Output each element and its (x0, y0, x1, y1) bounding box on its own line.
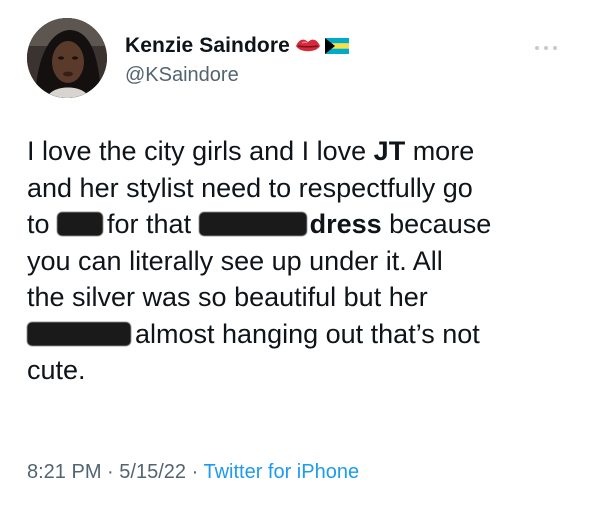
redaction-mark (27, 321, 131, 346)
tweet-line-2: and her stylist need to respectfully go (27, 172, 473, 203)
text-segment: more (405, 136, 475, 166)
tweet-line-7: cute. (27, 355, 86, 385)
tweet-line-5: the silver was so beautiful but her (27, 282, 428, 312)
text-segment: I love the city girls and I love (27, 136, 374, 166)
display-name-row: Kenzie Saindore (125, 33, 349, 59)
bahamas-flag-icon (324, 38, 349, 54)
tweet-text: I love the city girls and I love JT more… (27, 133, 572, 389)
tweet-date[interactable]: 5/15/22 (119, 461, 186, 483)
display-name[interactable]: Kenzie Saindore (125, 34, 290, 58)
tweet-time[interactable]: 8:21 PM (27, 461, 101, 483)
author-handle[interactable]: @KSaindore (125, 64, 349, 87)
text-segment: to (27, 209, 58, 239)
avatar-image (27, 18, 107, 98)
tweet-card: Kenzie Saindore @KSaindore I love the ci… (0, 0, 595, 507)
tweet-line-3: to for that dress because (27, 206, 572, 243)
redaction-mark (198, 212, 307, 236)
tweet-line-6: almost hanging out that’s not (27, 316, 572, 353)
meta-separator: · (191, 461, 199, 483)
text-segment: almost hanging out that’s not (135, 318, 480, 349)
lips-emoji-icon (294, 35, 322, 57)
redaction-mark (57, 212, 104, 236)
tweet-line-1: I love the city girls and I love JT more (27, 133, 572, 170)
more-options-icon[interactable] (533, 40, 559, 50)
bold-text: dress (309, 209, 382, 239)
avatar[interactable] (27, 18, 107, 98)
tweet-header: Kenzie Saindore @KSaindore (27, 18, 567, 102)
tweet-source-link[interactable]: Twitter for iPhone (203, 461, 359, 483)
meta-separator: · (107, 461, 114, 483)
text-segment: because (381, 209, 492, 239)
bold-text: JT (373, 136, 406, 166)
text-segment: for that (107, 209, 199, 239)
tweet-metadata: 8:21 PM · 5/15/22 · Twitter for iPhone (27, 461, 359, 484)
author-names: Kenzie Saindore @KSaindore (125, 33, 349, 87)
tweet-line-4: you can literally see up under it. All (27, 245, 443, 276)
